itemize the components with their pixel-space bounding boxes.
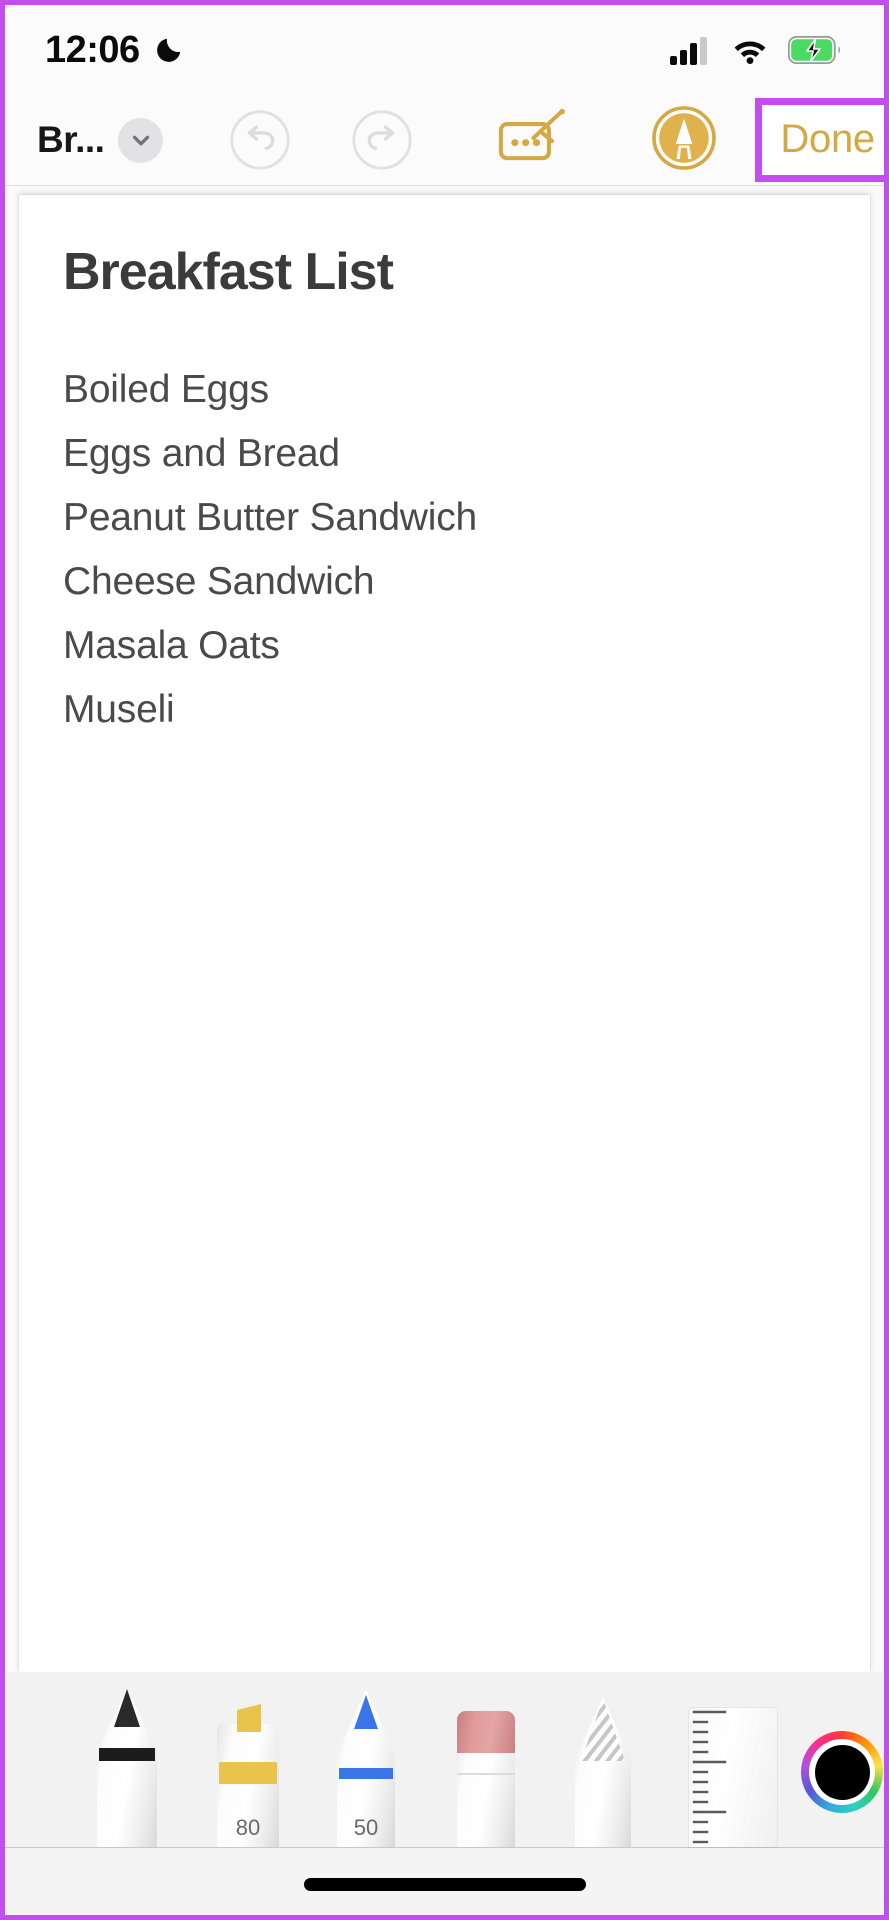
note-title-label: Br... <box>37 119 105 160</box>
pen-nib-circle-icon[interactable] <box>651 105 717 176</box>
pencil-tool[interactable]: 50 <box>337 1689 395 1847</box>
home-indicator[interactable] <box>303 1878 586 1891</box>
color-picker-swatch <box>814 1744 870 1800</box>
moon-icon <box>156 38 180 62</box>
iphone-screen: 12:06 Br... Done Breakfast List Boiled E… <box>0 0 889 1920</box>
color-picker-ring <box>801 1731 883 1813</box>
note-line: Cheese Sandwich <box>63 560 375 603</box>
pen-tool[interactable] <box>97 1689 157 1847</box>
color-picker[interactable] <box>801 1731 883 1813</box>
status-bar: 12:06 <box>5 5 884 95</box>
battery-charging-icon <box>788 36 840 64</box>
signal-bars-icon <box>670 37 707 65</box>
tool-size-label: 80 <box>235 1815 261 1840</box>
home-bar-area <box>5 1849 884 1915</box>
undo-icon[interactable] <box>229 109 291 171</box>
note-line: Museli <box>63 688 175 731</box>
tools-row: 80 50 <box>5 1672 884 1848</box>
status-bar-right <box>670 35 842 65</box>
note-page[interactable]: Breakfast List Boiled Eggs Eggs and Brea… <box>19 195 870 1672</box>
tool-size-label: 50 <box>353 1815 379 1840</box>
note-heading: Breakfast List <box>63 243 394 301</box>
status-bar-left: 12:06 <box>45 29 184 72</box>
note-line: Masala Oats <box>63 624 280 667</box>
done-button[interactable]: Done <box>755 98 884 182</box>
nav-toolbar: Br... Done <box>5 95 884 186</box>
lasso-tool[interactable] <box>575 1697 631 1847</box>
note-line: Eggs and Bread <box>63 432 340 475</box>
highlighter-tool[interactable]: 80 <box>217 1702 279 1847</box>
markup-tool-palette: 80 50 <box>5 1672 884 1915</box>
eraser-tool[interactable] <box>457 1711 515 1847</box>
note-body[interactable]: Breakfast List Boiled Eggs Eggs and Brea… <box>19 195 870 742</box>
scribble-to-text-icon[interactable] <box>495 107 575 174</box>
note-line: Boiled Eggs <box>63 368 269 411</box>
chevron-down-icon[interactable] <box>118 117 164 163</box>
ruler-tool[interactable] <box>689 1708 777 1847</box>
status-clock: 12:06 <box>45 28 140 71</box>
redo-icon[interactable] <box>351 109 413 171</box>
note-line: Peanut Butter Sandwich <box>63 496 478 539</box>
note-title-dropdown[interactable]: Br... <box>37 117 164 163</box>
wifi-icon <box>734 41 766 64</box>
eraser-head <box>457 1711 515 1753</box>
